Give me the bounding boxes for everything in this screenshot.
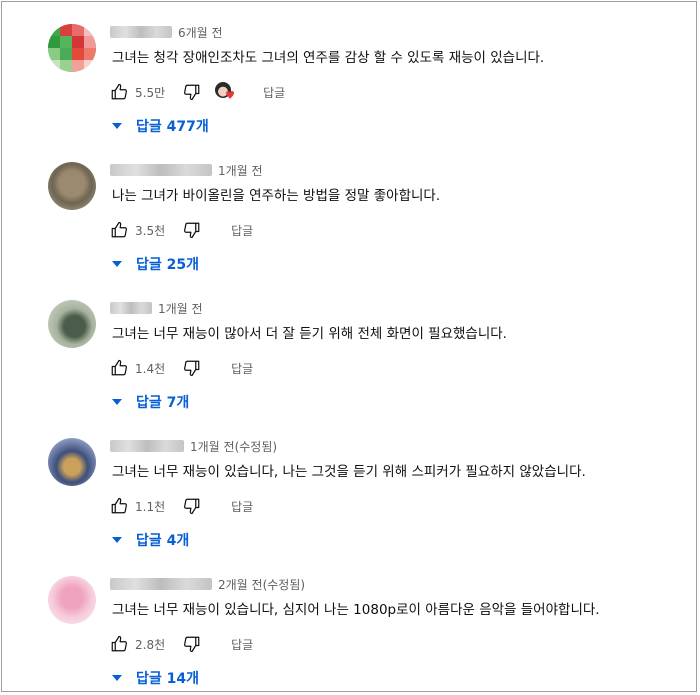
comment-thread: 1개월 전(수정됨) 그녀는 너무 재능이 있습니다, 나는 그것을 듣기 위해… xyxy=(2,438,696,568)
comment-text: 그녀는 청각 장애인조차도 그녀의 연주를 감상 할 수 있도록 재능이 있습니… xyxy=(112,50,545,66)
like-count: 3.5천 xyxy=(135,223,166,238)
like-count: 1.4천 xyxy=(135,361,166,376)
comment-time[interactable]: 1개월 전 xyxy=(158,300,203,317)
thumbs-down-icon[interactable] xyxy=(183,635,201,653)
reply-button[interactable]: 답글 xyxy=(231,360,253,377)
comments-panel: 6개월 전 그녀는 청각 장애인조차도 그녀의 연주를 감상 할 수 있도록 재… xyxy=(1,1,697,692)
replies-count-label: 답글 7개 xyxy=(136,395,190,411)
caret-down-icon xyxy=(112,399,122,405)
view-replies-button[interactable]: 답글 4개 xyxy=(110,530,189,550)
author-name-redacted[interactable] xyxy=(110,578,212,590)
view-replies-button[interactable]: 답글 7개 xyxy=(110,392,189,412)
avatar[interactable] xyxy=(48,24,96,72)
caret-down-icon xyxy=(112,675,122,681)
view-replies-button[interactable]: 답글 477개 xyxy=(110,116,209,136)
avatar[interactable] xyxy=(48,300,96,348)
caret-down-icon xyxy=(112,123,122,129)
comment-time[interactable]: 1개월 전(수정됨) xyxy=(190,438,277,455)
comment-time[interactable]: 6개월 전 xyxy=(178,24,223,41)
caret-down-icon xyxy=(112,261,122,267)
comment-time[interactable]: 1개월 전 xyxy=(218,162,263,179)
thumbs-down-icon[interactable] xyxy=(183,83,201,101)
comment-text: 나는 그녀가 바이올린을 연주하는 방법을 정말 좋아합니다. xyxy=(112,188,441,204)
author-name-redacted[interactable] xyxy=(110,26,172,38)
thumbs-up-icon[interactable] xyxy=(110,635,128,653)
reply-button[interactable]: 답글 xyxy=(231,636,253,653)
replies-count-label: 답글 477개 xyxy=(136,119,209,135)
avatar[interactable] xyxy=(48,438,96,486)
creator-heart-icon: ♥ xyxy=(215,82,237,102)
comment-text: 그녀는 너무 재능이 있습니다, 나는 그것을 듣기 위해 스피커가 필요하지 … xyxy=(112,464,586,480)
comment-time[interactable]: 2개월 전(수정됨) xyxy=(218,576,305,593)
thumbs-up-icon[interactable] xyxy=(110,83,128,101)
comment-thread: 1개월 전 나는 그녀가 바이올린을 연주하는 방법을 정말 좋아합니다. 3.… xyxy=(2,162,696,292)
view-replies-button[interactable]: 답글 25개 xyxy=(110,254,199,274)
author-name-redacted[interactable] xyxy=(110,302,152,314)
avatar[interactable] xyxy=(48,576,96,624)
thumbs-down-icon[interactable] xyxy=(183,359,201,377)
caret-down-icon xyxy=(112,537,122,543)
author-name-redacted[interactable] xyxy=(110,164,212,176)
replies-count-label: 답글 14개 xyxy=(136,671,199,687)
like-count: 1.1천 xyxy=(135,499,166,514)
replies-count-label: 답글 4개 xyxy=(136,533,190,549)
thumbs-up-icon[interactable] xyxy=(110,221,128,239)
comment-text: 그녀는 너무 재능이 있습니다, 심지어 나는 1080p로이 아름다운 음악을… xyxy=(112,602,600,618)
thumbs-up-icon[interactable] xyxy=(110,359,128,377)
comment-thread: 1개월 전 그녀는 너무 재능이 많아서 더 잘 듣기 위해 전체 화면이 필요… xyxy=(2,300,696,430)
reply-button[interactable]: 답글 xyxy=(231,498,253,515)
like-count: 2.8천 xyxy=(135,637,166,652)
avatar[interactable] xyxy=(48,162,96,210)
reply-button[interactable]: 답글 xyxy=(231,222,253,239)
like-count: 5.5만 xyxy=(135,85,166,100)
view-replies-button[interactable]: 답글 14개 xyxy=(110,668,199,688)
comment-text: 그녀는 너무 재능이 많아서 더 잘 듣기 위해 전체 화면이 필요했습니다. xyxy=(112,326,507,342)
comment-thread: 6개월 전 그녀는 청각 장애인조차도 그녀의 연주를 감상 할 수 있도록 재… xyxy=(2,24,696,154)
thumbs-down-icon[interactable] xyxy=(183,497,201,515)
thumbs-down-icon[interactable] xyxy=(183,221,201,239)
thumbs-up-icon[interactable] xyxy=(110,497,128,515)
author-name-redacted[interactable] xyxy=(110,440,184,452)
reply-button[interactable]: 답글 xyxy=(263,84,285,101)
comment-thread: 2개월 전(수정됨) 그녀는 너무 재능이 있습니다, 심지어 나는 1080p… xyxy=(2,576,696,691)
replies-count-label: 답글 25개 xyxy=(136,257,199,273)
